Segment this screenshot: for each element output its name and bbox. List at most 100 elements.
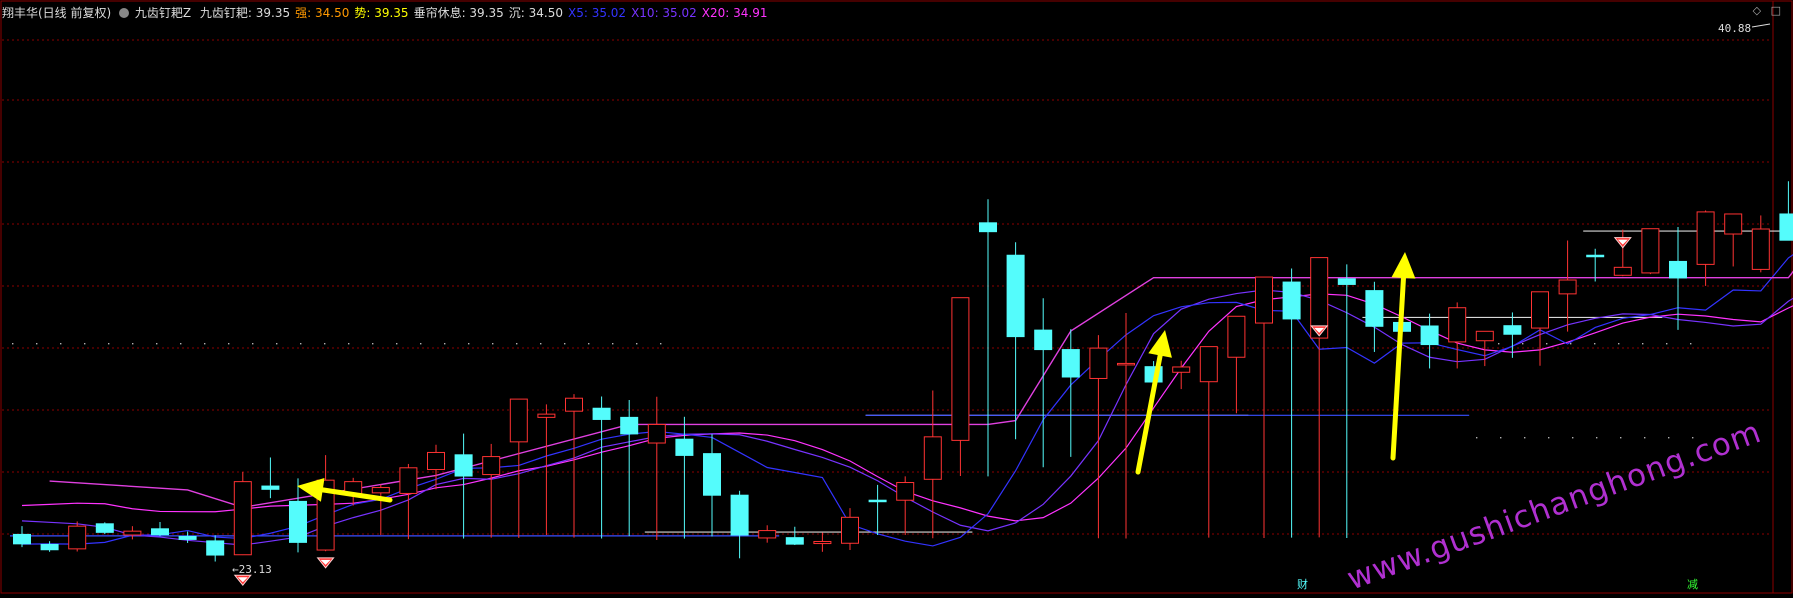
dot-row bbox=[108, 343, 109, 344]
candle-body-0 bbox=[14, 534, 31, 543]
candle-body-24 bbox=[676, 439, 693, 455]
dot-row bbox=[612, 343, 613, 344]
dot-row bbox=[396, 343, 397, 344]
dot-row bbox=[1548, 437, 1549, 438]
candle-body-15 bbox=[428, 452, 445, 469]
candle-body-23 bbox=[648, 424, 665, 443]
dot-row bbox=[1690, 343, 1691, 344]
candle-body-48 bbox=[1338, 279, 1355, 285]
settings-icon[interactable] bbox=[119, 8, 129, 18]
candle-body-10 bbox=[290, 501, 307, 542]
candle-body-21 bbox=[593, 408, 610, 419]
header-item-3: 垂帘休息: 39.35 bbox=[414, 6, 504, 20]
candle-body-28 bbox=[786, 538, 803, 544]
dot-row bbox=[1594, 343, 1595, 344]
candle-body-35 bbox=[980, 223, 997, 232]
header-item-7: X20: 34.91 bbox=[702, 6, 768, 20]
candle-body-55 bbox=[1532, 292, 1549, 328]
candle-body-46 bbox=[1283, 282, 1300, 319]
dot-row bbox=[1500, 437, 1501, 438]
dot-row bbox=[1620, 437, 1621, 438]
candle-body-29 bbox=[814, 541, 831, 543]
dot-row bbox=[1618, 343, 1619, 344]
header-item-0: 九齿钉耙: 39.35 bbox=[200, 6, 290, 20]
candle-body-49 bbox=[1366, 291, 1383, 327]
header-item-4: 沉: 34.50 bbox=[509, 6, 563, 20]
dot-row bbox=[444, 343, 445, 344]
candle-body-43 bbox=[1200, 347, 1217, 382]
stock-name[interactable]: 翔丰华(日线 前复权) bbox=[2, 6, 111, 20]
max-label-arrow bbox=[1752, 24, 1770, 27]
candle-body-56 bbox=[1559, 280, 1576, 294]
dot-row bbox=[636, 343, 637, 344]
dot-row bbox=[492, 343, 493, 344]
indicator-values: 九齿钉耙: 39.35 强: 34.50 势: 39.35 垂帘休息: 39.35 沉:… bbox=[195, 6, 768, 20]
candle-body-25 bbox=[704, 454, 721, 496]
dot-row bbox=[588, 343, 589, 344]
watermark-text: www.gushichanghong.com bbox=[1342, 414, 1766, 594]
candle-body-38 bbox=[1062, 350, 1079, 377]
marker-jian[interactable]: 减 bbox=[1687, 576, 1698, 592]
dot-row bbox=[1666, 343, 1667, 344]
header-item-5: X5: 35.02 bbox=[568, 6, 626, 20]
top-right-controls: ◇ □ bbox=[1753, 4, 1781, 17]
candle-body-53 bbox=[1476, 331, 1493, 340]
min-price-label: ←23.13 bbox=[232, 563, 272, 576]
candle-body-2 bbox=[69, 526, 86, 549]
candle-body-27 bbox=[759, 531, 776, 538]
dot-row bbox=[180, 343, 181, 344]
dot-row bbox=[1572, 437, 1573, 438]
candle-body-62 bbox=[1725, 214, 1742, 234]
candle-body-59 bbox=[1642, 229, 1659, 273]
max-price-label: 40.88 bbox=[1718, 22, 1751, 35]
dot-row bbox=[132, 343, 133, 344]
dot-row bbox=[36, 343, 37, 344]
header-item-6: X10: 35.02 bbox=[631, 6, 697, 20]
candle-body-3 bbox=[96, 524, 113, 533]
candle-body-44 bbox=[1228, 316, 1245, 357]
dot-row bbox=[540, 343, 541, 344]
candle-body-52 bbox=[1449, 308, 1466, 342]
dot-row bbox=[1476, 437, 1477, 438]
candle-body-36 bbox=[1007, 255, 1024, 336]
candle-body-4 bbox=[124, 531, 141, 535]
dot-row bbox=[204, 343, 205, 344]
dot-row bbox=[324, 343, 325, 344]
dot-row bbox=[156, 343, 157, 344]
chart-canvas: www.gushichanghong.com bbox=[0, 0, 1793, 594]
indicator-lines bbox=[10, 98, 1793, 546]
candle-body-14 bbox=[400, 468, 417, 494]
dot-row bbox=[660, 343, 661, 344]
dot-row bbox=[1570, 343, 1571, 344]
header-item-1: 强: 34.50 bbox=[295, 6, 349, 20]
candle-body-58 bbox=[1614, 267, 1631, 275]
candle-body-30 bbox=[842, 517, 859, 543]
dot-row bbox=[1596, 437, 1597, 438]
header-item-2: 势: 39.35 bbox=[354, 6, 408, 20]
candle-body-18 bbox=[510, 399, 527, 442]
stock-chart: www.gushichanghong.com 翔丰华(日线 前复权) 九齿钉耙Z… bbox=[0, 0, 1793, 594]
candle-body-7 bbox=[207, 541, 224, 555]
indicator-name[interactable]: 九齿钉耙Z bbox=[135, 6, 191, 20]
yellow-arrow-head-2 bbox=[1392, 252, 1416, 279]
candle-body-17 bbox=[483, 457, 500, 475]
candle-body-22 bbox=[621, 417, 638, 434]
candle-body-20 bbox=[566, 398, 583, 411]
dot-row bbox=[1498, 343, 1499, 344]
dot-row bbox=[276, 343, 277, 344]
dot-row bbox=[372, 343, 373, 344]
maximize-icon[interactable]: □ bbox=[1771, 4, 1781, 17]
candle-body-5 bbox=[152, 529, 169, 535]
dot-row bbox=[300, 343, 301, 344]
candle-body-31 bbox=[869, 500, 886, 502]
candle-body-42 bbox=[1173, 367, 1190, 372]
dot-row bbox=[468, 343, 469, 344]
diamond-icon[interactable]: ◇ bbox=[1753, 4, 1761, 17]
dot-row bbox=[1546, 343, 1547, 344]
candle-body-13 bbox=[372, 488, 389, 493]
marker-cai[interactable]: 财 bbox=[1297, 576, 1308, 592]
candle-body-51 bbox=[1421, 326, 1438, 345]
candle-body-1 bbox=[41, 544, 58, 549]
dot-row bbox=[1644, 437, 1645, 438]
dot-row bbox=[1524, 437, 1525, 438]
